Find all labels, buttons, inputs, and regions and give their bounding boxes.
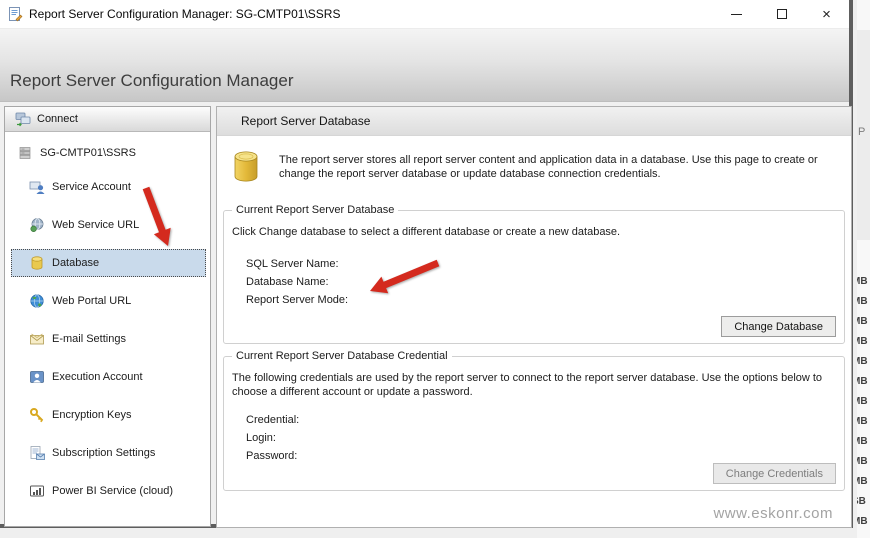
field-row: Credential: — [246, 411, 844, 429]
maximize-button[interactable] — [759, 0, 804, 29]
connect-icon — [15, 112, 31, 127]
sidebar-item-web-portal-url[interactable]: Web Portal URL — [11, 287, 206, 315]
field-label-password: Password: — [246, 450, 298, 462]
maximize-icon — [776, 9, 787, 19]
sidebar-item-web-service-url[interactable]: Web Service URL — [11, 211, 206, 239]
change-credentials-button[interactable]: Change Credentials — [712, 463, 836, 484]
minimize-button[interactable] — [714, 0, 759, 29]
field-row: SQL Server Name: — [246, 255, 844, 273]
size-fragment: MB — [857, 516, 868, 527]
sidebar-item-label: Web Service URL — [52, 219, 140, 231]
change-database-button[interactable]: Change Database — [721, 316, 836, 337]
database-cylinder-icon — [234, 151, 258, 182]
sidebar-item-label: Subscription Settings — [52, 447, 156, 459]
intro-section: The report server stores all report serv… — [217, 136, 851, 183]
size-fragment: SB — [857, 496, 866, 507]
watermark: www.eskonr.com — [713, 505, 833, 522]
group-description: Click Change database to select a differ… — [232, 226, 621, 238]
size-fragment: MB — [857, 436, 868, 447]
field-label-sql-server-name: SQL Server Name: — [246, 257, 339, 270]
sidebar-item-label: Encryption Keys — [52, 409, 132, 421]
page-title: Report Server Database — [241, 114, 371, 128]
sidebar-item-label: E-mail Settings — [52, 333, 126, 345]
database-icon — [31, 256, 43, 270]
size-fragment: MB — [857, 356, 868, 367]
header-band: Report Server Configuration Manager — [0, 29, 849, 102]
current-database-group: Current Report Server Database Click Cha… — [223, 204, 845, 344]
group-legend: Current Report Server Database — [232, 204, 399, 216]
window-title: Report Server Configuration Manager: SG-… — [29, 7, 341, 21]
subscription-settings-icon — [30, 446, 45, 460]
sidebar-item-label: Web Portal URL — [52, 295, 132, 307]
background-page-strip: P MB MB MB MB MB MB MB MB MB MB MB SB MB — [857, 0, 870, 538]
service-account-icon — [29, 181, 45, 194]
size-fragment: MB — [857, 316, 868, 327]
field-row: Login: — [246, 429, 844, 447]
field-row: Report Server Mode: — [246, 291, 844, 309]
power-bi-icon — [30, 485, 44, 497]
email-settings-icon — [30, 333, 44, 345]
app-window: Report Server Configuration Manager: SG-… — [0, 0, 853, 528]
sidebar-item-email-settings[interactable]: E-mail Settings — [11, 325, 206, 353]
sidebar-item-database[interactable]: Database — [11, 249, 206, 277]
close-button[interactable]: × — [804, 0, 849, 29]
size-fragment: MB — [857, 476, 868, 487]
sidebar-item-label: Execution Account — [52, 371, 143, 383]
field-label-credential: Credential: — [246, 414, 300, 426]
size-fragment: MB — [857, 416, 868, 427]
field-row: Database Name: — [246, 273, 844, 291]
sidebar: Connect SG-CMTP01\SSRS Service Account W… — [4, 106, 211, 527]
sidebar-item-encryption-keys[interactable]: Encryption Keys — [11, 401, 206, 429]
size-fragment: MB — [857, 276, 868, 287]
server-icon — [19, 147, 31, 159]
sidebar-item-power-bi-service[interactable]: Power BI Service (cloud) — [11, 477, 206, 505]
size-fragment: MB — [857, 336, 868, 347]
credential-group: Current Report Server Database Credentia… — [223, 350, 845, 491]
sidebar-item-execution-account[interactable]: Execution Account — [11, 363, 206, 391]
background-size-fragments: MB MB MB MB MB MB MB MB MB MB MB SB MB — [857, 272, 870, 532]
size-fragment: MB — [857, 296, 868, 307]
connect-label: Connect — [37, 113, 78, 125]
field-label-report-server-mode: Report Server Mode: — [246, 293, 349, 306]
credential-fields: Credential: Login: Password: — [246, 411, 844, 465]
close-icon: × — [822, 5, 831, 23]
size-fragment: MB — [857, 396, 868, 407]
main-panel: Report Server Database The report server… — [216, 106, 852, 528]
intro-text: The report server stores all report serv… — [279, 154, 818, 180]
sidebar-item-label: Database — [52, 257, 100, 269]
sidebar-nav: Service Account Web Service URL Database — [5, 173, 210, 505]
titlebar: Report Server Configuration Manager: SG-… — [0, 0, 849, 29]
background-text-fragment: P — [858, 126, 866, 138]
minimize-icon — [731, 13, 742, 15]
field-label-database-name: Database Name: — [246, 275, 329, 288]
sidebar-item-subscription-settings[interactable]: Subscription Settings — [11, 439, 206, 467]
database-fields: SQL Server Name: Database Name: Report S… — [246, 255, 844, 309]
sidebar-item-label: Service Account — [52, 181, 131, 193]
size-fragment: MB — [857, 376, 868, 387]
sidebar-item-label: Power BI Service (cloud) — [52, 485, 174, 497]
server-node[interactable]: SG-CMTP01\SSRS — [17, 145, 210, 161]
web-portal-url-icon — [30, 294, 44, 308]
size-fragment: MB — [857, 456, 868, 467]
app-icon — [9, 7, 23, 22]
connect-header[interactable]: Connect — [5, 107, 210, 132]
app-heading: Report Server Configuration Manager — [10, 71, 294, 90]
page-header: Report Server Database — [217, 107, 851, 136]
server-label: SG-CMTP01\SSRS — [40, 147, 136, 159]
window-controls: × — [714, 0, 849, 29]
field-label-login: Login: — [246, 432, 276, 444]
web-service-url-icon — [30, 218, 44, 232]
encryption-keys-icon — [30, 408, 44, 423]
execution-account-icon — [30, 371, 44, 383]
sidebar-item-service-account[interactable]: Service Account — [11, 173, 206, 201]
group-legend: Current Report Server Database Credentia… — [232, 350, 452, 362]
group-description: The following credentials are used by th… — [232, 372, 823, 398]
